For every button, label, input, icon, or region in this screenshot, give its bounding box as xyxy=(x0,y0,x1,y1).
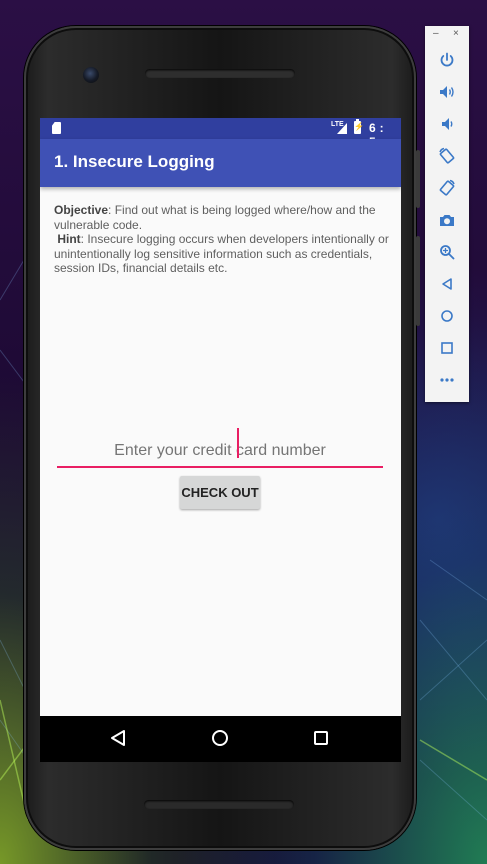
app-bar: 1. Insecure Logging xyxy=(40,139,401,187)
page-title: 1. Insecure Logging xyxy=(54,152,215,171)
back-icon[interactable] xyxy=(436,273,458,295)
checkout-button[interactable]: CHECK OUT xyxy=(180,476,260,509)
home-icon[interactable] xyxy=(210,728,230,748)
credit-card-input[interactable]: Enter your credit card number xyxy=(57,428,383,468)
device-screen: LTE 6: 5 1. Insecure Logging Objective: … xyxy=(40,118,401,716)
toolbar-titlebar: – × xyxy=(425,28,469,42)
power-icon[interactable] xyxy=(436,49,458,71)
bottom-speaker xyxy=(144,800,294,809)
volume-side-button xyxy=(416,236,420,326)
top-speaker xyxy=(145,69,295,78)
more-icon[interactable] xyxy=(436,369,458,391)
recents-icon[interactable] xyxy=(311,728,331,748)
objective-label: Objective xyxy=(54,203,109,217)
hint-label: Hint xyxy=(57,232,81,246)
camera-icon[interactable] xyxy=(436,209,458,231)
front-camera xyxy=(83,67,99,83)
rotate-left-icon[interactable] xyxy=(436,145,458,167)
volume-up-icon[interactable] xyxy=(436,81,458,103)
rotate-right-icon[interactable] xyxy=(436,177,458,199)
power-side-button xyxy=(416,150,420,208)
battery-charging-icon xyxy=(354,119,364,134)
challenge-description: Objective: Find out what is being logged… xyxy=(54,203,390,276)
status-bar: LTE 6: 5 xyxy=(40,118,401,149)
home-icon[interactable] xyxy=(436,305,458,327)
close-button[interactable]: × xyxy=(453,28,459,39)
minimize-button[interactable]: – xyxy=(433,28,439,39)
navigation-bar xyxy=(40,716,401,762)
sd-card-icon xyxy=(52,122,61,134)
emulator-toolbar: – × xyxy=(425,26,469,402)
credit-card-placeholder: Enter your credit card number xyxy=(114,442,326,459)
text-cursor xyxy=(237,428,239,458)
zoom-icon[interactable] xyxy=(436,241,458,263)
volume-down-icon[interactable] xyxy=(436,113,458,135)
signal-icon xyxy=(337,123,347,134)
hint-text: : Insecure logging occurs when developer… xyxy=(54,232,389,275)
overview-icon[interactable] xyxy=(436,337,458,359)
back-icon[interactable] xyxy=(108,728,128,748)
